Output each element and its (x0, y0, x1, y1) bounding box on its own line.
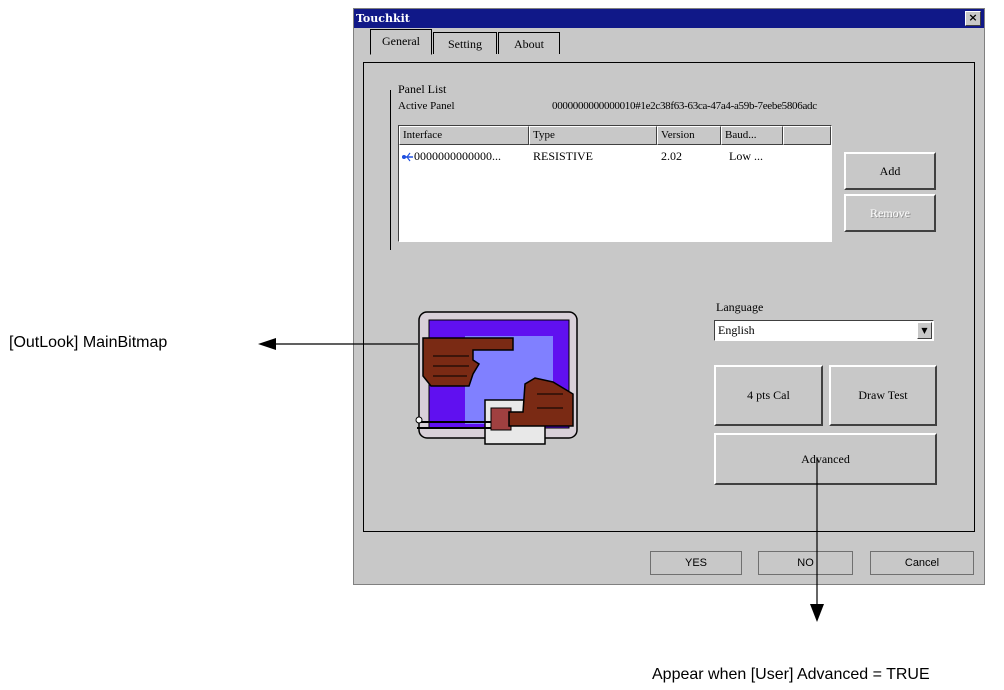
panel-list-label: Panel List (398, 82, 447, 96)
column-header-interface[interactable]: Interface (399, 126, 529, 145)
cell-type: RESISTIVE (533, 149, 593, 163)
four-point-calibration-button[interactable]: 4 pts Cal (714, 365, 823, 426)
tab-general[interactable]: General (370, 29, 432, 55)
touch-screen-illustration (415, 311, 578, 445)
main-bitmap (413, 308, 583, 448)
draw-test-button[interactable]: Draw Test (829, 365, 937, 426)
language-select[interactable]: English ▼ (714, 320, 934, 341)
dropdown-arrow-icon[interactable]: ▼ (917, 322, 932, 339)
remove-button[interactable]: Remove (844, 194, 936, 232)
language-selected-value: English (718, 323, 755, 337)
advanced-annotation: Appear when [User] Advanced = TRUE (652, 666, 930, 683)
column-header-baud[interactable]: Baud... (721, 126, 783, 145)
column-header-empty (783, 126, 831, 145)
bitmap-arrow-icon (258, 338, 418, 350)
groupbox-border (390, 90, 391, 250)
active-panel-label: Active Panel (398, 100, 455, 112)
tab-about[interactable]: About (498, 32, 560, 54)
cell-baud: Low ... (729, 149, 763, 163)
main-bitmap-annotation: [OutLook] MainBitmap (9, 334, 168, 351)
window-title: Touchkit (356, 12, 410, 25)
cell-version: 2.02 (661, 149, 682, 163)
add-button[interactable]: Add (844, 152, 936, 190)
active-panel-value: 0000000000000010#1e2c38f63-63ca-47a4-a59… (552, 100, 817, 112)
panel-list-view[interactable]: Interface Type Version Baud... 000000000… (398, 125, 832, 242)
cancel-button[interactable]: Cancel (870, 551, 974, 575)
column-header-type[interactable]: Type (529, 126, 657, 145)
cell-interface: 0000000000000... (414, 149, 501, 163)
advanced-arrow-icon (810, 458, 824, 622)
close-icon[interactable]: × (965, 11, 981, 26)
column-header-version[interactable]: Version (657, 126, 721, 145)
title-bar: Touchkit × (354, 9, 984, 28)
yes-button[interactable]: YES (650, 551, 742, 575)
tab-setting[interactable]: Setting (433, 32, 497, 54)
language-label: Language (716, 300, 764, 314)
usb-icon (402, 152, 413, 162)
